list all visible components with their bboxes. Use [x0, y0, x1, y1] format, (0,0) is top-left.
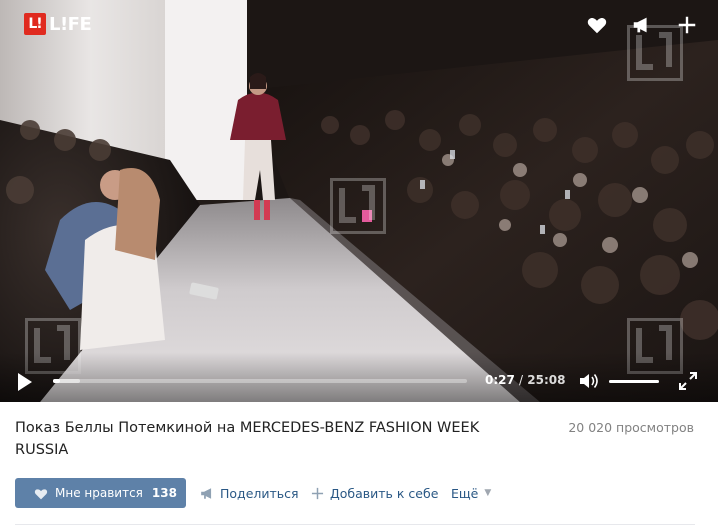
fullscreen-icon[interactable]: [679, 372, 697, 390]
like-count: 138: [151, 486, 177, 500]
like-button[interactable]: Мне нравится 138: [15, 478, 186, 508]
share-label: Поделиться: [220, 485, 299, 501]
view-count: 20 020 просмотров: [568, 420, 694, 435]
volume-level: [609, 380, 659, 383]
chevron-down-icon: ▼: [484, 488, 492, 498]
heart-icon[interactable]: [586, 14, 608, 36]
logo-mark: L!: [24, 13, 46, 35]
progress-played: [53, 379, 61, 383]
like-label: Мне нравится: [55, 486, 143, 500]
megaphone-icon[interactable]: [631, 14, 653, 36]
channel-logo[interactable]: L! L!FE: [24, 12, 92, 36]
progress-bar[interactable]: [53, 379, 467, 383]
video-title: Показ Беллы Потемкиной на MERCEDES-BENZ …: [15, 420, 480, 458]
volume-slider[interactable]: [609, 380, 659, 383]
plus-icon: [311, 487, 324, 499]
add-label: Добавить к себе: [330, 485, 439, 501]
add-to-my-videos-button[interactable]: Добавить к себе: [311, 478, 438, 508]
duration: 25:08: [527, 373, 566, 387]
time-display: 0:27 / 25:08: [485, 373, 565, 387]
video-player[interactable]: L! L!FE 0:27 / 25:08: [0, 0, 718, 402]
current-time: 0:27: [485, 373, 515, 387]
player-controls: 0:27 / 25:08: [0, 352, 718, 402]
share-button[interactable]: Поделиться: [200, 478, 299, 508]
logo-text: L!FE: [49, 13, 92, 35]
watermark-logo-icon: [330, 178, 386, 234]
megaphone-icon: [201, 487, 212, 499]
more-label: Ещё: [451, 485, 479, 501]
play-icon[interactable]: [16, 372, 34, 392]
more-button[interactable]: Ещё ▼: [451, 478, 491, 508]
heart-icon: [34, 488, 48, 499]
volume-icon[interactable]: [579, 372, 599, 390]
plus-icon[interactable]: [676, 14, 698, 36]
time-separator: /: [519, 373, 524, 387]
divider: [15, 524, 695, 525]
